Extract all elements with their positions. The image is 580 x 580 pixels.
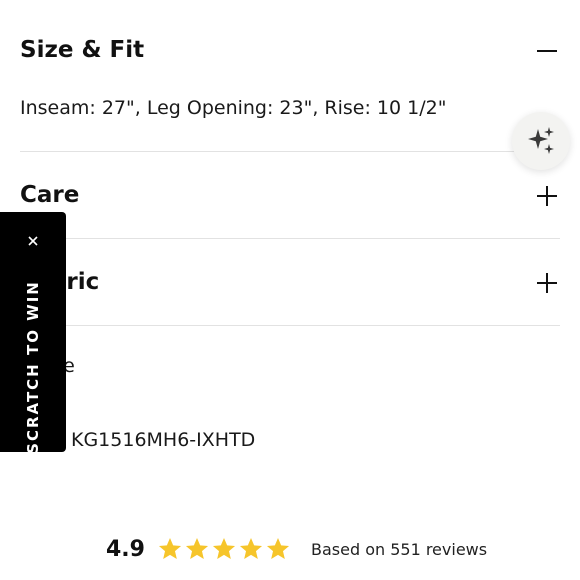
ai-assistant-button[interactable] [512,112,570,170]
expand-care-button[interactable] [536,185,558,207]
divider [20,325,560,326]
scratch-to-win-tab[interactable]: SCRATCH TO WIN [0,212,66,454]
scratch-to-win-label: SCRATCH TO WIN [24,280,42,454]
reviews-summary[interactable]: 4.9 Based on 551 reviews [106,532,487,566]
star-icon [185,537,209,559]
plus-icon [537,186,557,206]
size-fit-heading[interactable]: Size & Fit [20,37,144,63]
star-icon [239,537,263,559]
close-icon[interactable] [26,234,40,248]
plus-icon [537,273,557,293]
star-icon [158,537,182,559]
minus-icon [537,50,557,52]
star-rating [157,536,291,562]
care-heading[interactable]: Care [20,182,79,208]
star-icon [266,537,290,559]
sku-value: KG1516MH6-IXHTD [71,429,256,451]
divider [20,151,560,152]
rating-value: 4.9 [106,536,145,562]
collapse-size-fit-button[interactable] [536,40,558,62]
star-icon [212,537,236,559]
expand-fabric-button[interactable] [536,272,558,294]
reviews-count-text[interactable]: Based on 551 reviews [311,540,487,559]
divider [20,238,560,239]
sparkles-icon [528,127,554,154]
size-fit-details: Inseam: 27", Leg Opening: 23", Rise: 10 … [20,97,447,119]
